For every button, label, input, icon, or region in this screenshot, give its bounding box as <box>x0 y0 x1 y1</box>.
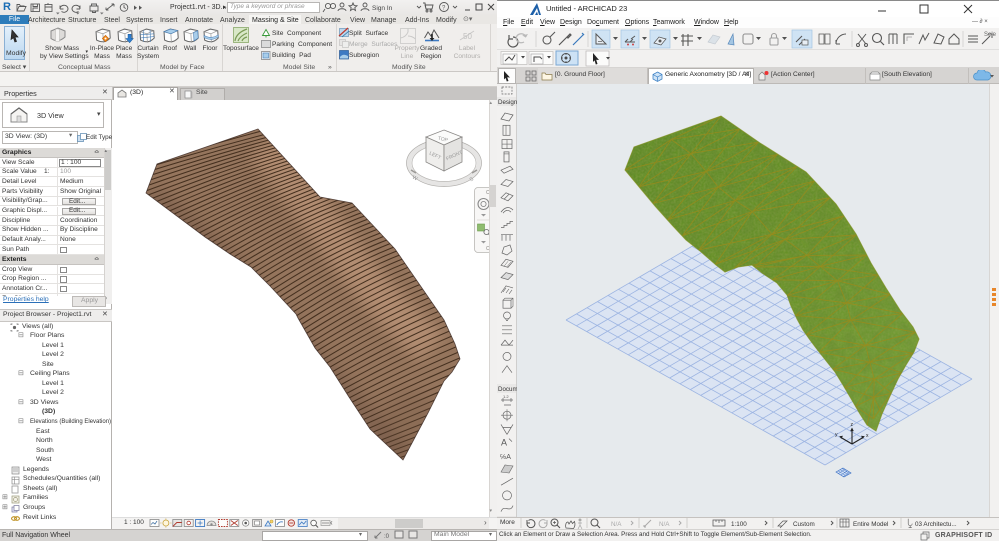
svg-text:03 Architectu...: 03 Architectu... <box>915 521 957 528</box>
svg-text:Custom: Custom <box>793 521 815 528</box>
svg-text:?: ? <box>442 6 446 12</box>
svg-text:N/A: N/A <box>659 521 670 528</box>
svg-text:Sele: Sele <box>984 32 997 38</box>
svg-text:1.2: 1.2 <box>503 394 509 399</box>
svg-text:℅A: ℅A <box>500 454 511 461</box>
svg-text:A: A <box>501 438 507 448</box>
svg-text:Sign In: Sign In <box>372 5 393 12</box>
svg-text:Design: Design <box>498 99 517 106</box>
svg-text:Entire Model: Entire Model <box>853 521 888 528</box>
svg-text:1:100: 1:100 <box>731 521 747 528</box>
svg-text:50: 50 <box>463 32 472 41</box>
svg-text::0: :0 <box>384 534 390 540</box>
svg-text:N/A: N/A <box>611 521 622 528</box>
svg-text:Docume: Docume <box>498 386 517 393</box>
